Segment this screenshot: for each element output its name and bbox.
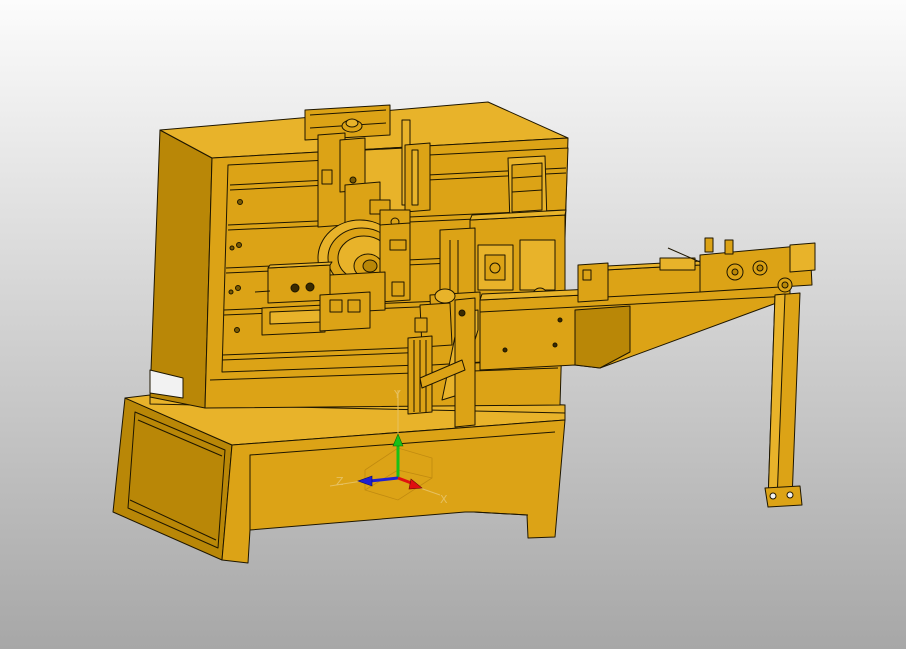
viewport-canvas[interactable]: Y Z X xyxy=(0,0,906,649)
triad-z-label: Z xyxy=(336,475,344,488)
triad-y-label: Y xyxy=(393,388,401,401)
triad-x-label: X xyxy=(440,493,448,506)
3d-viewport[interactable]: Y Z X xyxy=(0,0,906,649)
